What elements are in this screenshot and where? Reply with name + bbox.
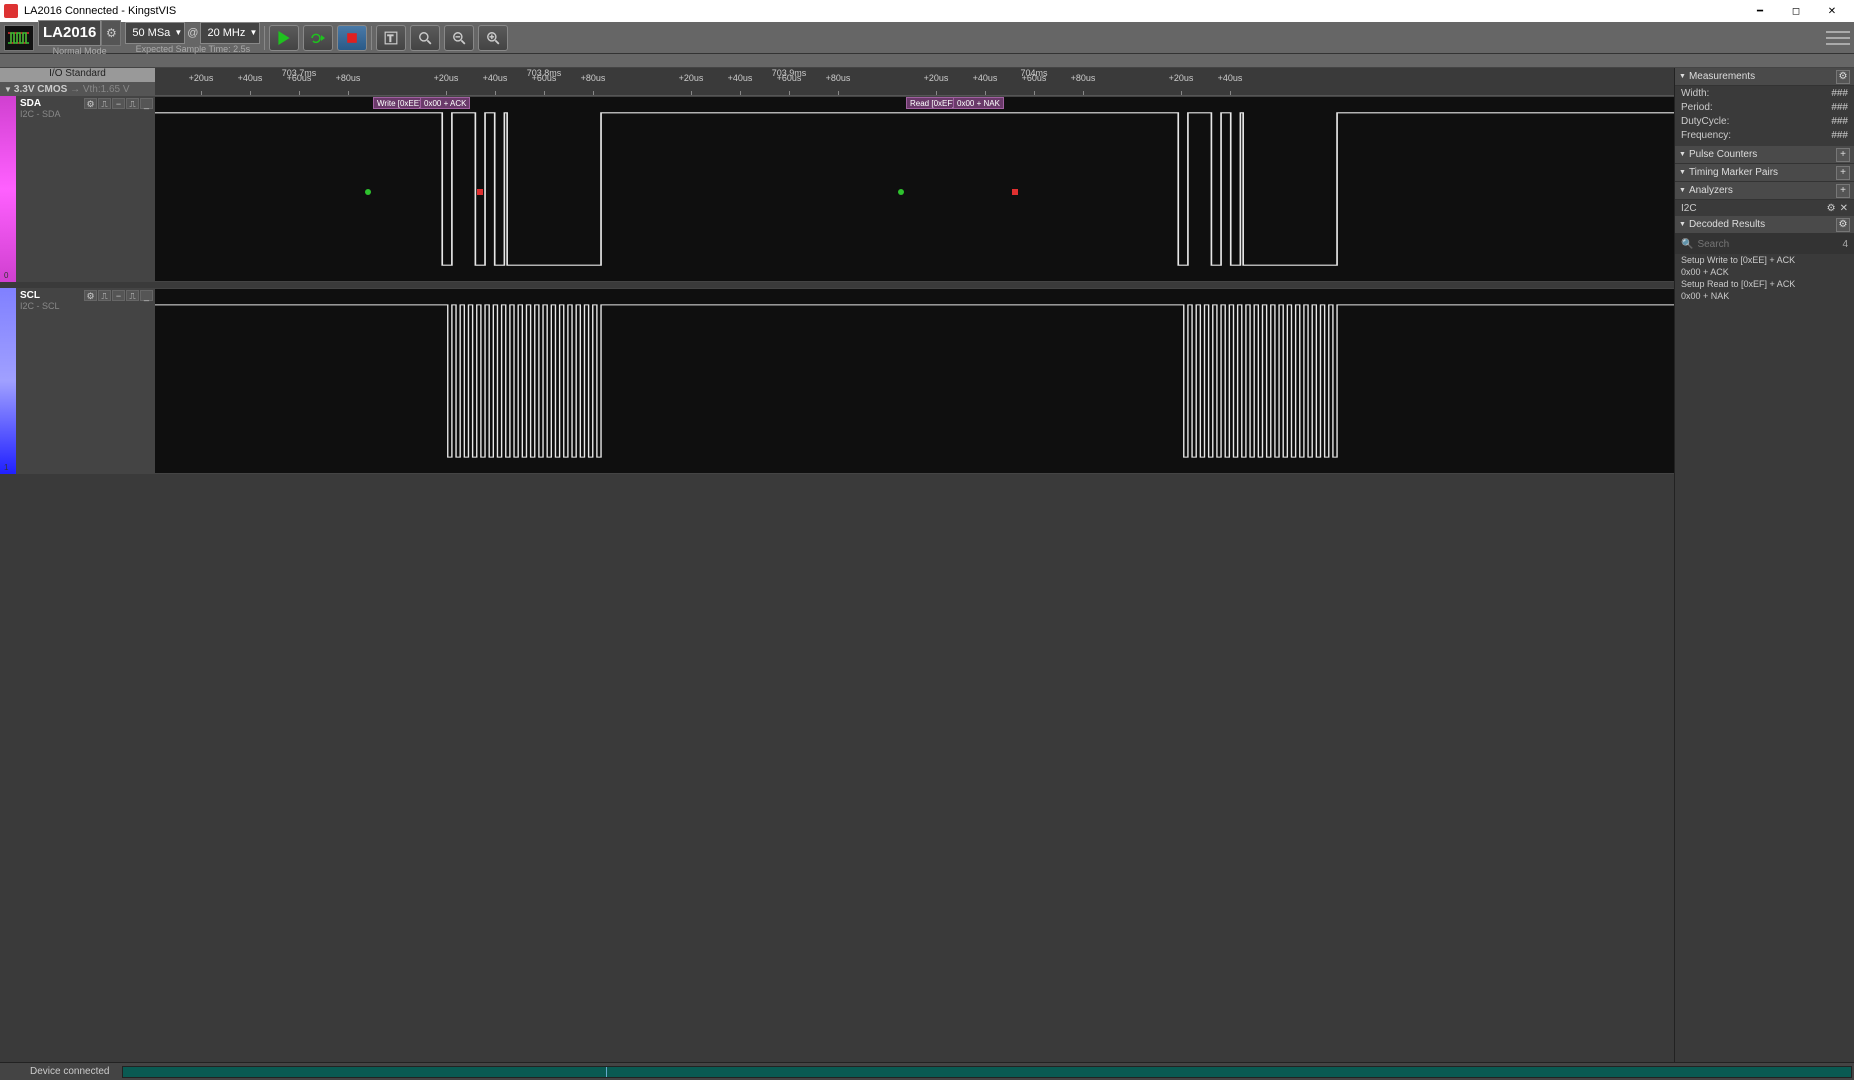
- status-text: Device connected: [20, 1063, 120, 1080]
- add-analyzer-button[interactable]: +: [1836, 184, 1850, 198]
- zoom-fit-button[interactable]: [410, 25, 440, 51]
- decoded-results-list: Setup Write to [0xEE] + ACK0x00 + ACKSet…: [1675, 254, 1854, 302]
- device-settings-button[interactable]: ⚙: [101, 20, 121, 46]
- stop-button[interactable]: [337, 25, 367, 51]
- search-input[interactable]: [1697, 239, 1842, 250]
- toolbar-subrow: [0, 54, 1854, 68]
- channel-gear-icon[interactable]: ⚙: [84, 290, 97, 301]
- at-label: @: [187, 27, 198, 39]
- trigger-fall-icon[interactable]: ⎍: [126, 290, 139, 301]
- channel-toolbar: ⚙ ⎍ − ⎍ _: [84, 290, 153, 301]
- close-button[interactable]: ✕: [1814, 0, 1850, 22]
- add-pulse-counter-button[interactable]: +: [1836, 148, 1850, 162]
- expected-time: Expected Sample Time: 2.5s: [125, 44, 260, 54]
- run-button[interactable]: [269, 25, 299, 51]
- trigger-dash-icon[interactable]: −: [112, 290, 125, 301]
- window-titlebar: LA2016 Connected - KingstVIS ━ ◻ ✕: [0, 0, 1854, 22]
- decoded-search: 🔍 4: [1675, 234, 1854, 254]
- side-panel: ▼Measurements⚙ Width:###Period:###DutyCy…: [1674, 68, 1854, 1062]
- analyzer-item[interactable]: I2C ⚙ ✕: [1675, 200, 1854, 216]
- app-icon: [4, 4, 18, 18]
- zoom-out-button[interactable]: [444, 25, 474, 51]
- measurements-header[interactable]: ▼Measurements⚙: [1675, 68, 1854, 86]
- waveform-scl[interactable]: [155, 288, 1674, 474]
- status-bar: Device connected: [0, 1062, 1854, 1080]
- sample-count-select[interactable]: 50 MSa▼: [125, 22, 185, 44]
- empty-wave-area: [155, 474, 1674, 1062]
- device-mode: Normal Mode: [38, 46, 121, 56]
- result-count: 4: [1842, 239, 1848, 250]
- logo-icon: [4, 25, 34, 51]
- timing-markers-header[interactable]: ▼Timing Marker Pairs+: [1675, 164, 1854, 182]
- channel-toolbar: ⚙ ⎍ − ⎍ _: [84, 98, 153, 109]
- channel-gear-icon[interactable]: ⚙: [84, 98, 97, 109]
- io-standard-value[interactable]: ▼ 3.3V CMOS → Vth:1.65 V: [0, 82, 155, 96]
- time-ruler[interactable]: 703.7ms703.8ms703.9ms704ms+20us+40us+60u…: [155, 68, 1674, 96]
- pulse-counters-header[interactable]: ▼Pulse Counters+: [1675, 146, 1854, 164]
- channel-label-scl[interactable]: 1 SCL I2C - SCL ⚙ ⎍ − ⎍ _: [0, 288, 155, 474]
- add-timing-marker-button[interactable]: +: [1836, 166, 1850, 180]
- menu-button[interactable]: [1826, 26, 1850, 50]
- analyzers-header[interactable]: ▼Analyzers+: [1675, 182, 1854, 200]
- svg-text:T: T: [388, 33, 394, 43]
- device-name: LA2016: [38, 20, 101, 46]
- channel-color-sda: 0: [0, 96, 16, 282]
- decoded-result-item[interactable]: 0x00 + ACK: [1675, 266, 1854, 278]
- analyzer-settings-icon[interactable]: ⚙: [1827, 203, 1836, 214]
- text-tool-button[interactable]: T: [376, 25, 406, 51]
- channel-protocol: I2C - SDA: [20, 109, 151, 119]
- capture-overview[interactable]: [122, 1066, 1853, 1078]
- decoded-results-header[interactable]: ▼Decoded Results⚙: [1675, 216, 1854, 234]
- trigger-rise-icon[interactable]: ⎍: [98, 290, 111, 301]
- trigger-low-icon[interactable]: _: [140, 290, 153, 301]
- minimize-button[interactable]: ━: [1742, 0, 1778, 22]
- maximize-button[interactable]: ◻: [1778, 0, 1814, 22]
- window-title: LA2016 Connected - KingstVIS: [24, 5, 176, 17]
- analyzer-remove-icon[interactable]: ✕: [1840, 203, 1848, 214]
- waveform-sda[interactable]: Write [0xEE] 0x00 + ACK Read [0xEF] 0x00…: [155, 96, 1674, 282]
- trigger-low-icon[interactable]: _: [140, 98, 153, 109]
- measurements-table: Width:###Period:###DutyCycle:###Frequenc…: [1675, 86, 1854, 146]
- search-icon: 🔍: [1681, 239, 1693, 250]
- trigger-rise-icon[interactable]: ⎍: [98, 98, 111, 109]
- measurements-settings-icon[interactable]: ⚙: [1836, 70, 1850, 84]
- decoded-result-item[interactable]: Setup Write to [0xEE] + ACK: [1675, 254, 1854, 266]
- analyzer-name: I2C: [1681, 203, 1697, 214]
- zoom-in-button[interactable]: [478, 25, 508, 51]
- run-loop-button[interactable]: [303, 25, 333, 51]
- channel-label-sda[interactable]: 0 SDA I2C - SDA ⚙ ⎍ − ⎍ _: [0, 96, 155, 282]
- main-toolbar: LA2016 ⚙ Normal Mode 50 MSa▼ @ 20 MHz▼ E…: [0, 22, 1854, 54]
- sample-rate-select[interactable]: 20 MHz▼: [200, 22, 260, 44]
- decoded-result-item[interactable]: 0x00 + NAK: [1675, 290, 1854, 302]
- decoded-result-item[interactable]: Setup Read to [0xEF] + ACK: [1675, 278, 1854, 290]
- io-standard-header[interactable]: I/O Standard: [0, 68, 155, 82]
- channel-protocol: I2C - SCL: [20, 301, 151, 311]
- decoded-settings-icon[interactable]: ⚙: [1836, 218, 1850, 232]
- trigger-dash-icon[interactable]: −: [112, 98, 125, 109]
- channel-color-scl: 1: [0, 288, 16, 474]
- trigger-fall-icon[interactable]: ⎍: [126, 98, 139, 109]
